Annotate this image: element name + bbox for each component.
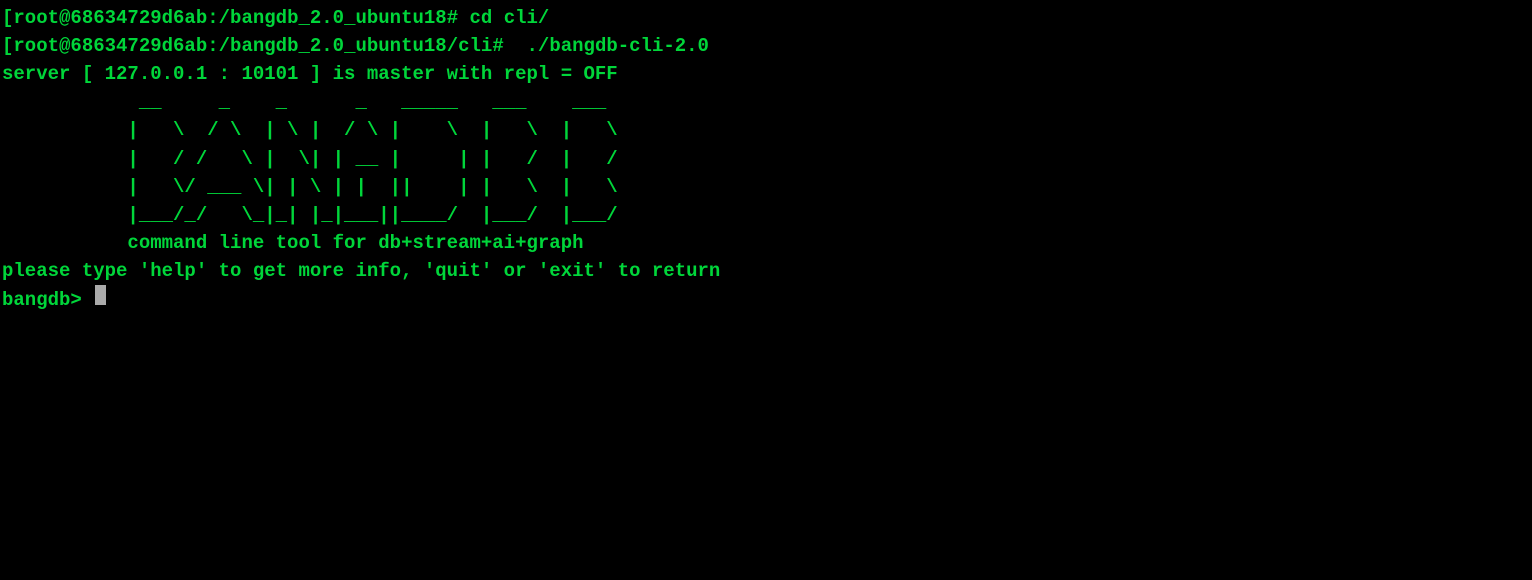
prompt-user-host: root@68634729d6ab — [13, 7, 207, 29]
server-info-line: server [ 127.0.0.1 : 10101 ] is master w… — [2, 60, 1530, 88]
prompt-hash: # — [447, 7, 470, 29]
prompt-colon: : — [207, 7, 218, 29]
prompt-path: /bangdb_2.0_ubuntu18/cli — [219, 35, 493, 57]
prompt-bracket: [ — [2, 7, 13, 29]
prompt-colon: : — [207, 35, 218, 57]
ascii-art-line-5: |___/_/ \_|_| |_|___||____/ |___/ |___/ — [2, 201, 1530, 229]
prompt-hash: # — [492, 35, 526, 57]
help-text: please type 'help' to get more info, 'qu… — [2, 257, 1530, 285]
cursor-icon — [95, 285, 106, 305]
command-bangdb-cli: ./bangdb-cli-2.0 — [527, 35, 709, 57]
ascii-art-line-3: | / / \ | \| | __ | | | / | / — [2, 145, 1530, 173]
prompt-bracket: [ — [2, 35, 13, 57]
ascii-art-line-2: | \ / \ | \ | / \ | \ | \ | \ — [2, 116, 1530, 144]
bangdb-prompt-line[interactable]: bangdb> — [2, 285, 1530, 314]
prompt-user-host: root@68634729d6ab — [13, 35, 207, 57]
ascii-art-line-1: __ _ _ _ _____ ___ ___ — [2, 88, 1530, 116]
terminal-prompt-line-1: [root@68634729d6ab:/bangdb_2.0_ubuntu18#… — [2, 4, 1530, 32]
bangdb-prompt-text: bangdb> — [2, 286, 93, 314]
prompt-path: /bangdb_2.0_ubuntu18 — [219, 7, 447, 29]
tagline: command line tool for db+stream+ai+graph — [2, 229, 1530, 257]
ascii-art-line-4: | \/ ___ \| | \ | | || | | \ | \ — [2, 173, 1530, 201]
command-cd: cd cli/ — [470, 7, 550, 29]
terminal-prompt-line-2: [root@68634729d6ab:/bangdb_2.0_ubuntu18/… — [2, 32, 1530, 60]
